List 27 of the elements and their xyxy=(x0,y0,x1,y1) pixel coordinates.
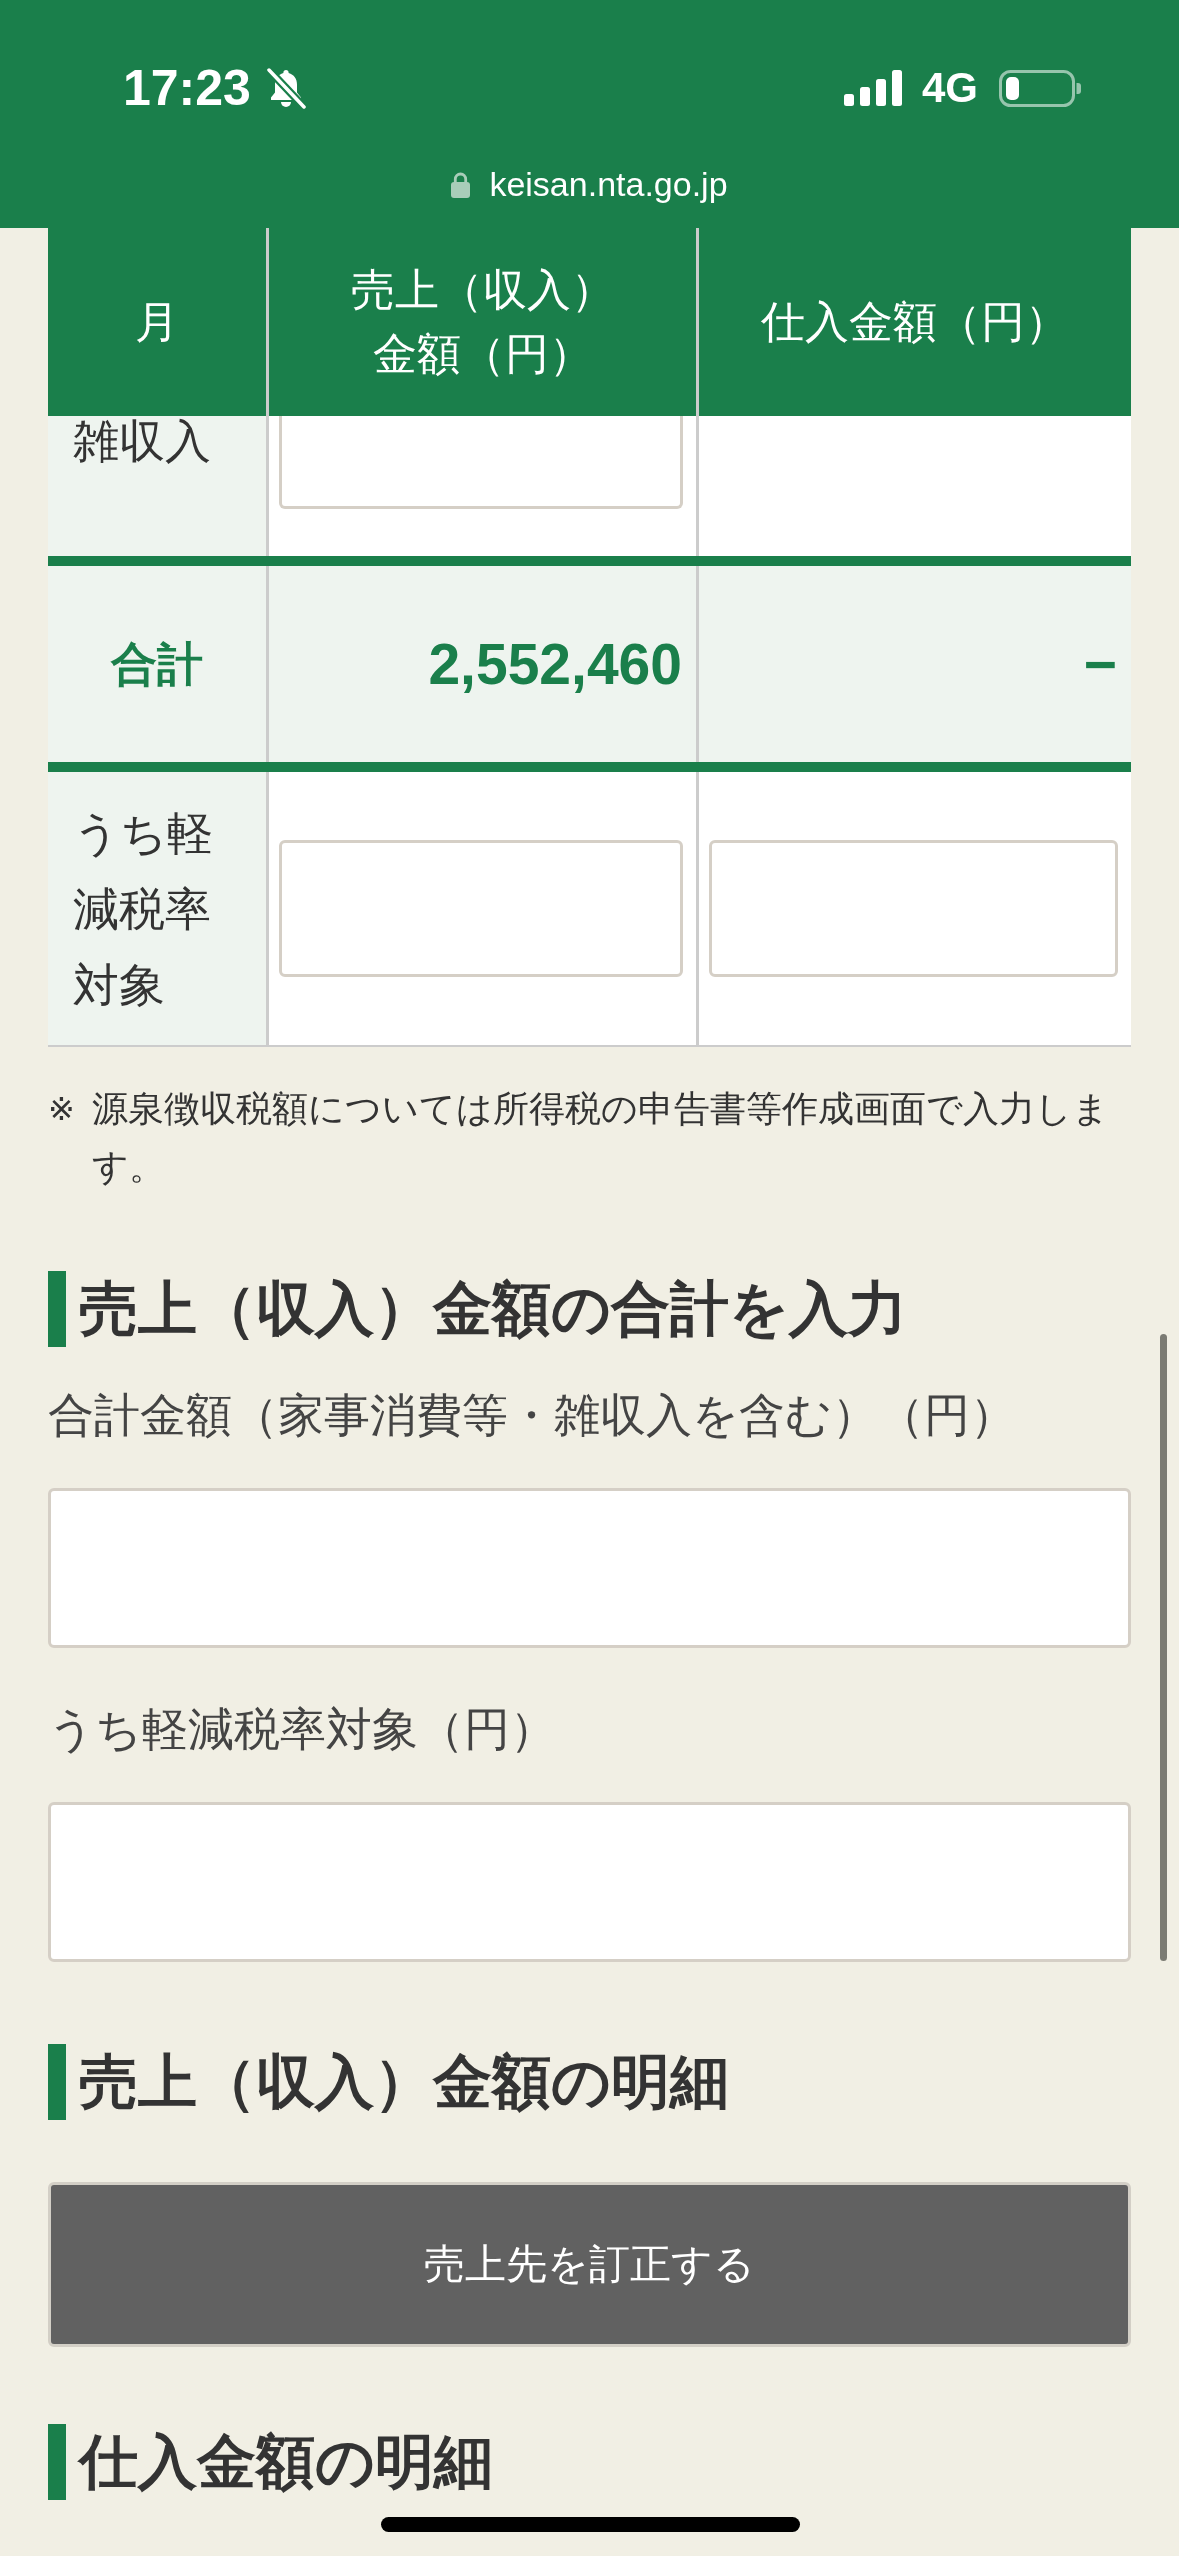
input-field[interactable] xyxy=(48,1488,1131,1648)
input-field[interactable] xyxy=(709,840,1118,977)
row-header-cell: 雑収入 xyxy=(48,416,266,556)
lock-icon xyxy=(451,170,471,198)
input-field[interactable] xyxy=(279,840,683,977)
correct-button[interactable]: 売上先を訂正する xyxy=(48,2182,1131,2347)
note-mark: ※ xyxy=(48,1089,76,1130)
row-header-cell: 合計 xyxy=(48,566,266,762)
status-time: 17:23 xyxy=(123,63,251,113)
total-value-cell: − xyxy=(696,566,1131,762)
battery-icon xyxy=(999,69,1081,107)
network-type: 4G xyxy=(921,67,978,109)
column-header: 月 xyxy=(48,228,266,416)
column-header: 売上（収入）金額（円） xyxy=(266,228,696,416)
signal-icon xyxy=(843,70,902,106)
input-field[interactable] xyxy=(279,416,683,509)
note-text: 源泉徴収税額については所得税の申告書等作成画面で入力します。 xyxy=(92,1087,1110,1189)
input-field[interactable] xyxy=(48,1802,1131,1962)
address-url[interactable]: keisan.nta.go.jp xyxy=(489,167,728,201)
bell-slash-icon xyxy=(265,67,306,109)
column-header: 仕入金額（円） xyxy=(696,228,1131,416)
field-label: うち軽減税率対象（円） xyxy=(48,1701,557,1758)
field-label: 合計金額（家事消費等・雑収入を含む）（円） xyxy=(48,1387,1017,1444)
section-heading: 売上（収入）金額の合計を入力 xyxy=(48,1271,1131,1347)
row-header-cell: うち軽減税率対象 xyxy=(48,772,266,1045)
section-heading: 売上（収入）金額の明細 xyxy=(48,2044,1131,2120)
total-value-cell: 2,552,460 xyxy=(266,566,696,762)
